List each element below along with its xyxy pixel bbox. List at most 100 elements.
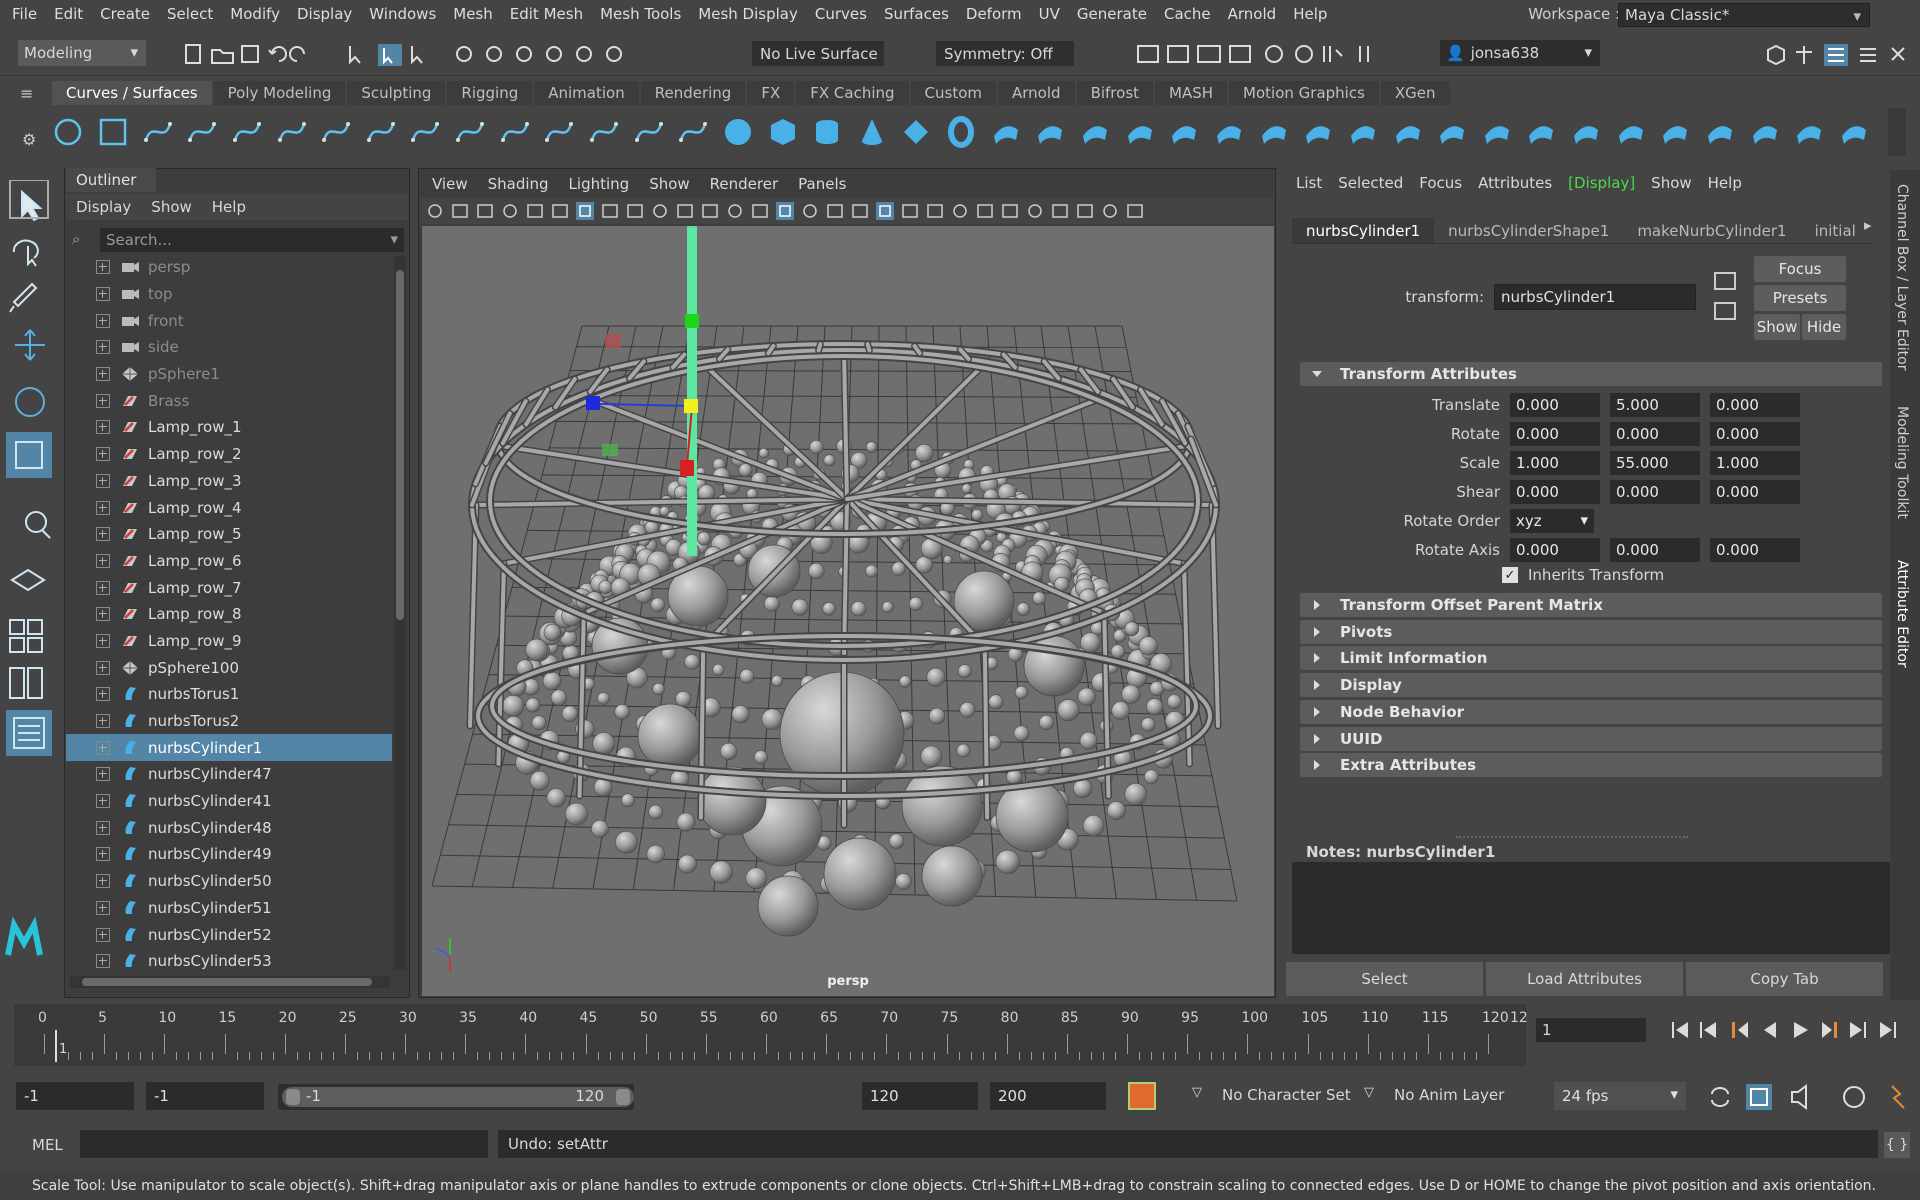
ae-tab-nurbscylinder1[interactable]: nurbsCylinder1 [1292, 218, 1435, 243]
expand-icon[interactable] [96, 393, 110, 408]
rebuild-curve-icon[interactable] [588, 115, 621, 149]
outliner-item-nurbstorus1[interactable]: nurbsTorus1 [66, 681, 392, 708]
hide-button[interactable]: Hide [1802, 314, 1846, 340]
shelf-tab-fx[interactable]: FX [747, 81, 795, 105]
character-set-dropdown[interactable]: No Character Set [1222, 1086, 1351, 1104]
menu-edit-mesh[interactable]: Edit Mesh [510, 5, 583, 23]
outliner-item-lamp-row-9[interactable]: Lamp_row_9 [66, 628, 392, 655]
transform-name-field[interactable]: nurbsCylinder1 [1494, 284, 1696, 310]
rotate-z-field[interactable]: 0.000 [1710, 422, 1800, 446]
focus-output-icon[interactable] [1714, 302, 1736, 320]
ae-menu-focus[interactable]: Focus [1419, 174, 1462, 192]
outliner-item-nurbscylinder1[interactable]: nurbsCylinder1 [66, 734, 392, 762]
ae-tab-makenurbcylinder1[interactable]: makeNurbCylinder1 [1623, 218, 1800, 243]
ae-menu-selected[interactable]: Selected [1338, 174, 1403, 192]
section-extra-attributes[interactable]: Extra Attributes [1300, 753, 1882, 778]
surface-edit-icon[interactable] [1838, 115, 1871, 149]
expand-icon[interactable] [96, 687, 110, 702]
workspace-dropdown[interactable]: Maya Classic* ▾ [1618, 3, 1870, 27]
detach-curves-icon[interactable] [409, 115, 442, 149]
outliner-item-psphere1[interactable]: pSphere1 [66, 361, 392, 388]
wireframe-on-shaded-icon[interactable] [800, 201, 820, 221]
outliner-item-top[interactable]: top [66, 281, 392, 308]
scale-y-field[interactable]: 55.000 [1610, 451, 1700, 475]
load-attributes-button[interactable]: Load Attributes [1486, 962, 1683, 996]
select-camera-icon[interactable] [425, 201, 445, 221]
scale-z-field[interactable]: 1.000 [1710, 451, 1800, 475]
grid-icon[interactable] [575, 201, 595, 221]
shelf-tab-xgen[interactable]: XGen [1380, 81, 1450, 105]
shelf-tab-poly-modeling[interactable]: Poly Modeling [213, 81, 346, 105]
user-account-dropdown[interactable]: 👤 jonsa638 ▾ [1440, 40, 1600, 66]
boundary-icon[interactable] [1213, 115, 1246, 149]
pencil-curve-icon[interactable] [231, 115, 264, 149]
hud-icon[interactable] [1100, 201, 1120, 221]
curve-edit-icon[interactable] [677, 115, 710, 149]
menu-generate[interactable]: Generate [1077, 5, 1147, 23]
rebuild-surface-icon[interactable] [1748, 115, 1781, 149]
outliner-horizontal-scroll-thumb[interactable] [82, 978, 372, 986]
viewport-menu-renderer[interactable]: Renderer [710, 175, 778, 193]
channel-box-tab[interactable]: Channel Box / Layer Editor [1894, 184, 1910, 370]
smooth-shade-icon[interactable] [775, 201, 795, 221]
menu-mesh-display[interactable]: Mesh Display [698, 5, 798, 23]
rotate-order-dropdown[interactable]: xyz ▾ [1510, 509, 1594, 533]
section-transform-offset-parent-matrix[interactable]: Transform Offset Parent Matrix [1300, 593, 1882, 617]
range-left-grip[interactable] [286, 1089, 300, 1105]
ae-menu-show[interactable]: Show [1651, 174, 1691, 192]
2d-pan-zoom-icon[interactable] [525, 201, 545, 221]
loft-icon[interactable] [1034, 115, 1067, 149]
revolve-icon[interactable] [989, 115, 1022, 149]
expand-icon[interactable] [96, 714, 110, 729]
rotate-axis-x-field[interactable]: 0.000 [1510, 538, 1600, 562]
ae-menu-help[interactable]: Help [1708, 174, 1742, 192]
expand-icon[interactable] [96, 633, 110, 648]
menu-edit[interactable]: Edit [54, 5, 83, 23]
extend-surface-icon[interactable] [1704, 115, 1737, 149]
status-line-icons[interactable] [180, 40, 740, 68]
shelf-tab-fx-caching[interactable]: FX Caching [796, 81, 909, 105]
menu-curves[interactable]: Curves [815, 5, 867, 23]
attach-surfaces-icon[interactable] [1525, 115, 1558, 149]
expand-icon[interactable] [96, 287, 110, 302]
outliner-item-lamp-row-6[interactable]: Lamp_row_6 [66, 548, 392, 575]
menu-uv[interactable]: UV [1039, 5, 1060, 23]
attribute-editor-tab[interactable]: Attribute Editor [1894, 560, 1910, 668]
open-close-icon[interactable] [1614, 115, 1647, 149]
menu-arnold[interactable]: Arnold [1228, 5, 1277, 23]
outliner-item-nurbscylinder51[interactable]: nurbsCylinder51 [66, 895, 392, 922]
expand-icon[interactable] [96, 607, 110, 622]
xray-icon[interactable] [1025, 201, 1045, 221]
xray-components-icon[interactable] [1075, 201, 1095, 221]
film-gate-icon[interactable] [600, 201, 620, 221]
playback-end-field[interactable]: 120 [862, 1082, 978, 1110]
insert-knot-icon[interactable] [454, 115, 487, 149]
screen-space-ao-icon[interactable] [900, 201, 920, 221]
bevel-icon[interactable] [1302, 115, 1335, 149]
cone-icon[interactable] [856, 115, 889, 149]
copy-tab-button[interactable]: Copy Tab [1686, 962, 1883, 996]
gate-mask-icon[interactable] [650, 201, 670, 221]
ae-tab-initial[interactable]: initial [1801, 218, 1870, 243]
current-frame-field[interactable]: 1 [1536, 1018, 1646, 1042]
symmetry-dropdown[interactable]: Symmetry: Off [936, 41, 1074, 66]
shelf-scrollbar[interactable] [1888, 108, 1906, 156]
expand-icon[interactable] [96, 367, 110, 382]
expand-icon[interactable] [96, 660, 110, 675]
detach-surfaces-icon[interactable] [1570, 115, 1603, 149]
current-time-marker[interactable]: 1 [55, 1030, 67, 1062]
inherits-transform-checkbox[interactable]: ✓ [1502, 567, 1518, 583]
outliner-item-lamp-row-2[interactable]: Lamp_row_2 [66, 441, 392, 468]
torus-icon[interactable] [945, 115, 978, 149]
viewport-menu-shading[interactable]: Shading [488, 175, 549, 193]
section-limit-information[interactable]: Limit Information [1300, 646, 1882, 671]
multisample-aa-icon[interactable] [950, 201, 970, 221]
shelf-tab-rigging[interactable]: Rigging [447, 81, 533, 105]
outliner-menu-show[interactable]: Show [151, 198, 191, 216]
translate-x-field[interactable]: 0.000 [1510, 393, 1600, 417]
menu-windows[interactable]: Windows [369, 5, 436, 23]
expand-icon[interactable] [96, 740, 110, 755]
select-button[interactable]: Select [1286, 962, 1483, 996]
resolution-gate-icon[interactable] [625, 201, 645, 221]
square-surface-icon[interactable] [1257, 115, 1290, 149]
